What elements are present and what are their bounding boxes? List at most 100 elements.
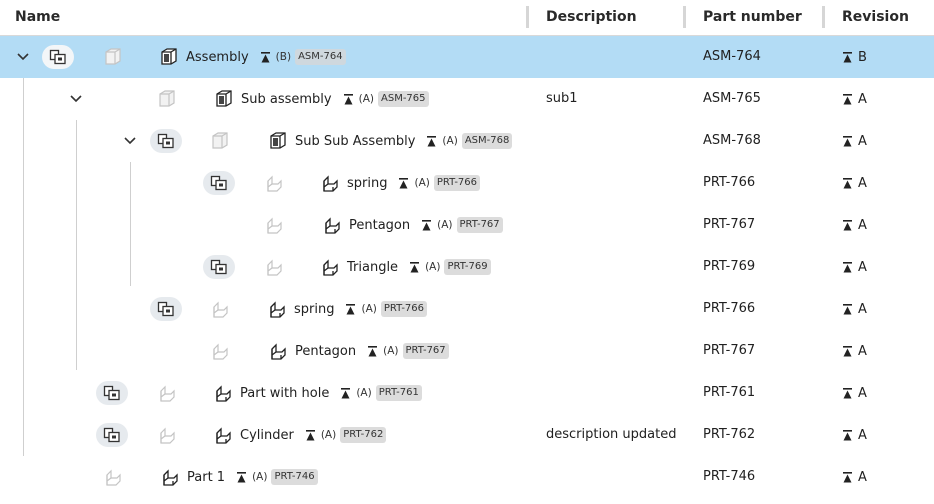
item-name-cell[interactable]: Sub assembly (A) ASM-765	[213, 78, 429, 120]
description-cell[interactable]: sub1	[546, 78, 578, 120]
chevron-down-icon[interactable]	[66, 89, 86, 109]
revision-letter: (A)	[361, 303, 377, 315]
revision-tag: (A)	[422, 219, 453, 231]
part-number-cell[interactable]: PRT-762	[703, 414, 755, 456]
revision-letter: (A)	[383, 345, 399, 357]
item-name[interactable]: Triangle	[347, 260, 398, 275]
instances-icon[interactable]	[96, 423, 128, 447]
item-name[interactable]: Sub assembly	[241, 92, 332, 107]
item-name-cell[interactable]: Part 1 (A) PRT-746	[159, 456, 318, 498]
table-row[interactable]: spring (A) PRT-766 PRT-766 A	[0, 162, 934, 204]
item-name-cell[interactable]: spring (A) PRT-766	[319, 162, 481, 204]
table-row[interactable]: Triangle (A) PRT-769 PRT-769 A	[0, 246, 934, 288]
release-icon	[260, 51, 276, 63]
revision-cell[interactable]: A	[843, 288, 867, 330]
part-number-cell[interactable]: PRT-761	[703, 372, 755, 414]
item-name-cell[interactable]: Pentagon (A) PRT-767	[267, 330, 449, 372]
instances-icon[interactable]	[42, 45, 74, 69]
table-row[interactable]: Sub assembly (A) ASM-765 sub1 ASM-765 A	[0, 78, 934, 120]
revision-cell[interactable]: A	[843, 330, 867, 372]
item-name[interactable]: Part 1	[187, 470, 225, 485]
revision-letter: (A)	[356, 387, 372, 399]
table-row[interactable]: spring (A) PRT-766 PRT-766 A	[0, 288, 934, 330]
instances-icon[interactable]	[203, 255, 235, 279]
assembly-icon	[213, 88, 235, 110]
item-name[interactable]: spring	[294, 302, 334, 317]
item-name-cell[interactable]: Part with hole (A) PRT-761	[212, 372, 422, 414]
table-row[interactable]: Pentagon (A) PRT-767 PRT-767 A	[0, 330, 934, 372]
part-number-cell[interactable]: PRT-767	[703, 204, 755, 246]
table-row[interactable]: Cylinder (A) PRT-762 description updated…	[0, 414, 934, 456]
part-ghost-icon	[263, 256, 285, 278]
item-name[interactable]: Sub Sub Assembly	[295, 134, 415, 149]
release-icon	[305, 429, 321, 441]
release-icon	[843, 387, 858, 399]
table-row[interactable]: Assembly (B) ASM-764 ASM-764 B	[0, 36, 934, 78]
table-row[interactable]: Pentagon (A) PRT-767 PRT-767 A	[0, 204, 934, 246]
chevron-down-icon[interactable]	[13, 47, 33, 67]
revision-letter: (A)	[252, 471, 268, 483]
column-header-name[interactable]: Name	[15, 0, 60, 35]
item-name-cell[interactable]: Cylinder (A) PRT-762	[212, 414, 387, 456]
item-name-cell[interactable]: Assembly (B) ASM-764	[158, 36, 346, 78]
instances-icon[interactable]	[150, 297, 182, 321]
part-number-cell[interactable]: PRT-766	[703, 288, 755, 330]
item-name[interactable]: spring	[347, 176, 387, 191]
part-icon	[321, 214, 343, 236]
part-number-badge: PRT-767	[456, 217, 503, 233]
revision-cell[interactable]: A	[843, 78, 867, 120]
instances-icon[interactable]	[150, 129, 182, 153]
part-number-cell[interactable]: ASM-765	[703, 78, 761, 120]
part-number-cell[interactable]: PRT-769	[703, 246, 755, 288]
part-icon	[159, 466, 181, 488]
part-number-cell[interactable]: PRT-767	[703, 330, 755, 372]
item-name[interactable]: Cylinder	[240, 428, 294, 443]
release-icon	[843, 51, 858, 63]
part-ghost-icon	[209, 298, 231, 320]
part-number-badge: PRT-761	[375, 385, 422, 401]
description-cell[interactable]: description updated	[546, 414, 676, 456]
column-resizer-description[interactable]	[683, 6, 686, 28]
revision-tag: (A)	[343, 93, 374, 105]
item-name[interactable]: Pentagon	[349, 218, 410, 233]
revision-cell[interactable]: A	[843, 246, 867, 288]
item-name-cell[interactable]: Triangle (A) PRT-769	[319, 246, 491, 288]
part-number-cell[interactable]: ASM-768	[703, 120, 761, 162]
release-icon	[346, 303, 361, 315]
item-name[interactable]: Pentagon	[295, 344, 356, 359]
part-ghost-icon	[263, 172, 285, 194]
revision-cell[interactable]: A	[843, 120, 867, 162]
revision-tag: (A)	[368, 345, 399, 357]
release-icon	[843, 303, 858, 315]
revision-cell[interactable]: A	[843, 162, 867, 204]
revision-letter: (A)	[320, 429, 337, 441]
revision-cell[interactable]: A	[843, 204, 867, 246]
part-number-cell[interactable]: PRT-766	[703, 162, 755, 204]
instances-icon[interactable]	[203, 171, 235, 195]
chevron-down-icon[interactable]	[120, 131, 140, 151]
table-header: Name Description Part number Revision	[0, 0, 934, 36]
item-name[interactable]: Part with hole	[240, 386, 329, 401]
part-number-cell[interactable]: ASM-764	[703, 36, 761, 78]
column-resizer-part-number[interactable]	[822, 6, 825, 28]
release-icon	[399, 177, 414, 189]
column-header-description[interactable]: Description	[546, 0, 637, 35]
table-row[interactable]: Part with hole (A) PRT-761 PRT-761 A	[0, 372, 934, 414]
part-number-badge: ASM-764	[295, 49, 346, 65]
revision-cell[interactable]: A	[843, 372, 867, 414]
column-header-revision[interactable]: Revision	[842, 0, 909, 35]
column-header-part-number[interactable]: Part number	[703, 0, 802, 35]
column-resizer-name[interactable]	[526, 6, 529, 28]
item-name-cell[interactable]: Sub Sub Assembly (A) ASM-768	[267, 120, 513, 162]
item-name-cell[interactable]: spring (A) PRT-766	[266, 288, 428, 330]
item-name[interactable]: Assembly	[186, 50, 249, 65]
revision-cell[interactable]: A	[843, 414, 867, 456]
table-row[interactable]: Part 1 (A) PRT-746 PRT-746 A	[0, 456, 934, 498]
revision-cell[interactable]: B	[843, 36, 867, 78]
item-name-cell[interactable]: Pentagon (A) PRT-767	[321, 204, 503, 246]
part-number-cell[interactable]: PRT-746	[703, 456, 755, 498]
revision-cell[interactable]: A	[843, 456, 867, 498]
release-icon	[843, 429, 858, 441]
table-row[interactable]: Sub Sub Assembly (A) ASM-768 ASM-768 A	[0, 120, 934, 162]
instances-icon[interactable]	[96, 381, 128, 405]
